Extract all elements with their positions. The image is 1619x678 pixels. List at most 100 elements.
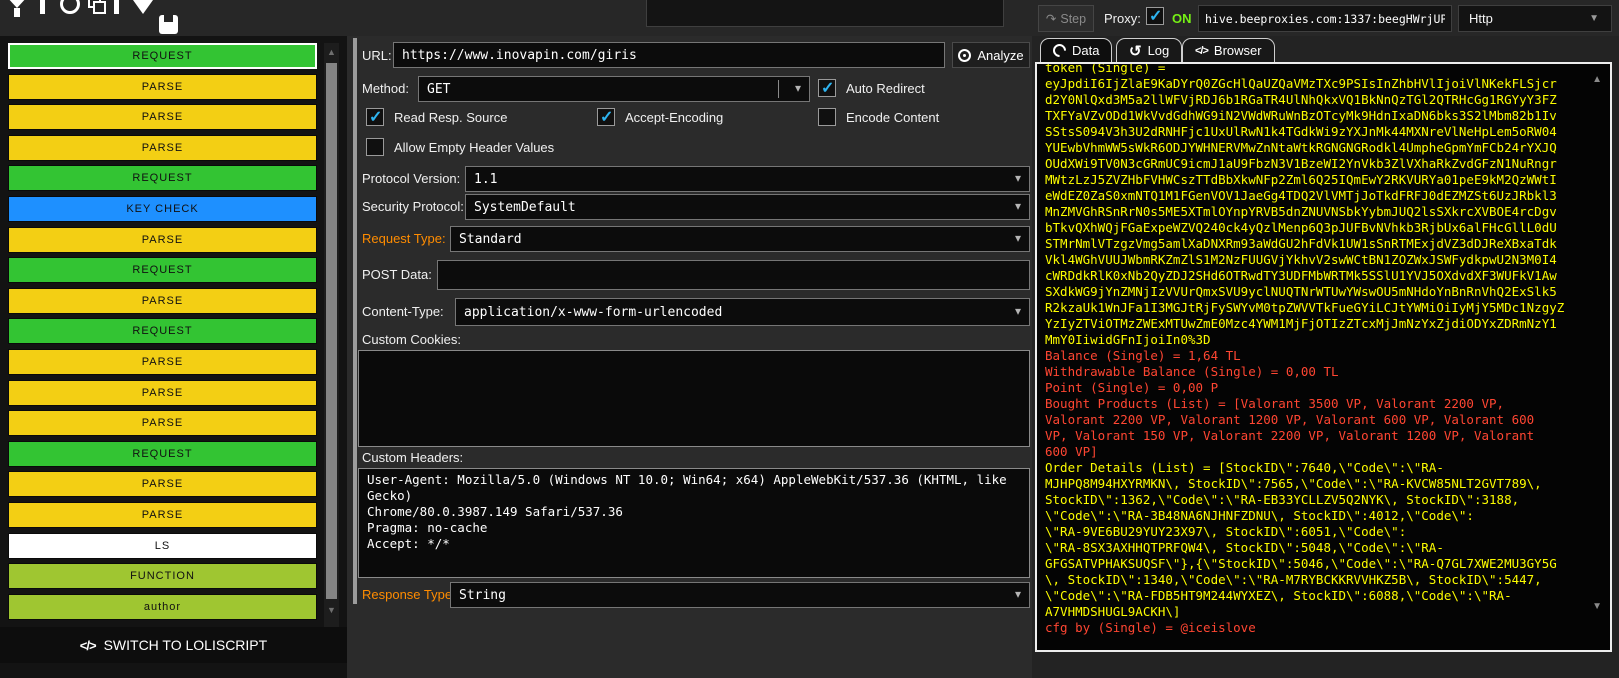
- custom-headers-textarea[interactable]: User-Agent: Mozilla/5.0 (Windows NT 10.0…: [358, 468, 1030, 578]
- stacker-block[interactable]: REQUEST: [8, 318, 317, 344]
- scrollbar-thumb[interactable]: [326, 63, 337, 599]
- scroll-down-icon[interactable]: ▼: [1592, 601, 1602, 612]
- log-line: Order Details (List) = [StockID\":7640,\…: [1045, 460, 1610, 476]
- stacker-block[interactable]: PARSE: [8, 227, 317, 253]
- log-line: Withdrawable Balance (Single) = 0,00 TL: [1045, 364, 1610, 380]
- content-type-label: Content-Type:: [362, 304, 444, 319]
- toolbar-input[interactable]: [646, 0, 1004, 27]
- stacker-block[interactable]: author: [8, 594, 317, 620]
- stacker-scrollbar[interactable]: ▲ ▼: [324, 43, 339, 655]
- log-line: SStsS094V3h3U2dRNHFjc1UxUlRwN1k4TGdkWi9z…: [1045, 124, 1610, 140]
- stacker-block[interactable]: LS: [8, 533, 317, 559]
- switch-to-loliscript-button[interactable]: </> SWITCH TO LOLISCRIPT: [0, 627, 347, 663]
- log-line: StockID\":1362,\"Code\":\"RA-EB33YCLLZV5…: [1045, 492, 1610, 508]
- stacker-block[interactable]: PARSE: [8, 502, 317, 528]
- request-type-dropdown[interactable]: Standard ▼: [450, 226, 1030, 252]
- stacker-block[interactable]: REQUEST: [8, 165, 317, 191]
- auto-redirect-label: Auto Redirect: [846, 81, 925, 96]
- custom-headers-label: Custom Headers:: [362, 450, 463, 465]
- custom-cookies-textarea[interactable]: [358, 350, 1030, 447]
- stacker-block[interactable]: REQUEST: [8, 43, 317, 69]
- response-type-dropdown[interactable]: String ▼: [450, 582, 1030, 608]
- log-line: YzIyZTViOTMzZWExMTUwZmE0Mzc4YWM1MjFjOTIz…: [1045, 316, 1610, 332]
- log-line: bTkvQXhWQjFGaExpeWZVQ240ck4yQzlMenp6Q3pJ…: [1045, 220, 1610, 236]
- log-line: \"RA-8SX3AXHHQTPRFQW4\, StockID\":5048,\…: [1045, 540, 1610, 556]
- post-data-label: POST Data:: [362, 267, 432, 282]
- debugger-panel: Data ↺ Log </> Browser token (Single) =e…: [1032, 36, 1619, 678]
- proxy-type-dropdown[interactable]: Http ▼: [1458, 5, 1612, 32]
- tool-icon[interactable]: [40, 0, 45, 14]
- scroll-up-icon[interactable]: ▲: [1592, 74, 1602, 85]
- post-data-input[interactable]: [437, 260, 1030, 290]
- stacker-block[interactable]: PARSE: [8, 74, 317, 100]
- step-icon: ↷: [1046, 11, 1056, 26]
- step-button[interactable]: ↷ Step: [1038, 5, 1094, 32]
- filter-icon[interactable]: [6, 0, 28, 17]
- tab-log[interactable]: ↺ Log: [1116, 38, 1182, 62]
- clock-icon[interactable]: [60, 0, 80, 14]
- proxy-input[interactable]: [1198, 5, 1452, 32]
- log-line: STMrNmlVTzgzVmg5amlXaDNXRm93aWdGU2hFdVk1…: [1045, 236, 1610, 252]
- tab-browser[interactable]: </> Browser: [1182, 38, 1275, 62]
- download-icon[interactable]: [133, 0, 153, 14]
- method-dropdown[interactable]: GET ▼: [418, 76, 810, 102]
- stacker-block[interactable]: REQUEST: [8, 257, 317, 283]
- save-icon[interactable]: [159, 15, 178, 34]
- stacker-block[interactable]: REQUEST: [8, 441, 317, 467]
- custom-cookies-label: Custom Cookies:: [362, 332, 461, 347]
- log-line: MnZMVGhRSnRrN0s5ME5XTmlOYnpYRVB5dnZNUVNS…: [1045, 204, 1610, 220]
- chevron-down-icon: ▼: [1015, 590, 1021, 601]
- tab-data[interactable]: Data: [1040, 38, 1112, 62]
- stacker-block[interactable]: KEY CHECK: [8, 196, 317, 222]
- scroll-up-icon[interactable]: ▲: [324, 47, 339, 57]
- allow-empty-header-checkbox[interactable]: [366, 138, 384, 156]
- stacker-blocks: REQUEST PARSE PARSE PARSE REQUEST KEY CHECK PA…: [8, 43, 317, 624]
- left-panel-footer: [0, 663, 347, 678]
- stacker-block[interactable]: PARSE: [8, 380, 317, 406]
- read-resp-source-checkbox[interactable]: [366, 108, 384, 126]
- content-type-dropdown[interactable]: application/x-www-form-urlencoded ▼: [455, 298, 1030, 326]
- log-line: \"Code\":\"RA-FDB5HT9M244WYXEZ\, StockID…: [1045, 588, 1610, 604]
- encode-content-checkbox[interactable]: [818, 108, 836, 126]
- log-line: Valorant 2200 VP, Valorant 1200 VP, Valo…: [1045, 412, 1610, 428]
- auto-redirect-checkbox[interactable]: [818, 79, 836, 97]
- stacker-block[interactable]: PARSE: [8, 471, 317, 497]
- security-protocol-dropdown[interactable]: SystemDefault ▼: [465, 194, 1030, 220]
- stacker-block[interactable]: PARSE: [8, 104, 317, 130]
- stacker-block[interactable]: PARSE: [8, 410, 317, 436]
- stacker-block[interactable]: PARSE: [8, 349, 317, 375]
- log-line: eWdEZ0ZaS0xmNTQ1M1FGenVOV1JaeGg4TDQ2VlVM…: [1045, 188, 1610, 204]
- accept-encoding-checkbox[interactable]: [597, 108, 615, 126]
- stacker-panel: REQUEST PARSE PARSE PARSE REQUEST KEY CHECK PA…: [0, 36, 347, 678]
- options-scrollbar[interactable]: [353, 38, 357, 604]
- log-line: A7VHMDSHUGL9ACKH\]: [1045, 604, 1610, 620]
- protocol-version-dropdown[interactable]: 1.1 ▼: [465, 166, 1030, 192]
- stacker-block[interactable]: FUNCTION: [8, 563, 317, 589]
- toolbar: ↷ Step Proxy: ON Http ▼: [0, 0, 1619, 36]
- data-icon: [1050, 41, 1068, 59]
- log-line: MmY0IiwidGFnIjoiIn0%3D: [1045, 332, 1610, 348]
- log-line: Bought Products (List) = [Valorant 3500 …: [1045, 396, 1610, 412]
- analyze-button[interactable]: Analyze: [952, 42, 1030, 68]
- paste-icon[interactable]: [114, 0, 119, 14]
- url-input[interactable]: [393, 42, 945, 68]
- log-line: VP, Valorant 150 VP, Valorant 2200 VP, V…: [1045, 428, 1610, 444]
- proxy-checkbox[interactable]: [1146, 7, 1164, 25]
- log-line: TXFYaVZvODd1WkVvdGdhWG9iN2VWdWRuWnBzOTcy…: [1045, 108, 1610, 124]
- chevron-down-icon: ▼: [1015, 234, 1021, 245]
- stacker-block[interactable]: PARSE: [8, 288, 317, 314]
- url-label: URL:: [362, 48, 392, 63]
- chevron-down-icon: ▼: [1015, 202, 1021, 213]
- stacker-block[interactable]: PARSE: [8, 135, 317, 161]
- log-line: \"Code\":\"RA-3B48NA6NJHNFZDNU\, StockID…: [1045, 508, 1610, 524]
- chevron-down-icon: ▼: [1015, 174, 1021, 185]
- chevron-down-icon: ▼: [795, 84, 801, 95]
- scroll-down-icon[interactable]: ▼: [324, 605, 339, 615]
- request-options-panel: URL: Analyze Method: GET ▼ Auto Redirect…: [347, 36, 1032, 678]
- encode-content-label: Encode Content: [846, 110, 939, 125]
- code-icon: </>: [1195, 45, 1208, 57]
- log-line: cfg by (Single) = @iceislove: [1045, 620, 1610, 636]
- log-line: cWRDdkRlK0xNb2QyZDJ2SHd6OTRwdTY3UDFMbWRT…: [1045, 268, 1610, 284]
- proxy-on-badge: ON: [1172, 11, 1192, 26]
- copy-icon[interactable]: [88, 0, 108, 15]
